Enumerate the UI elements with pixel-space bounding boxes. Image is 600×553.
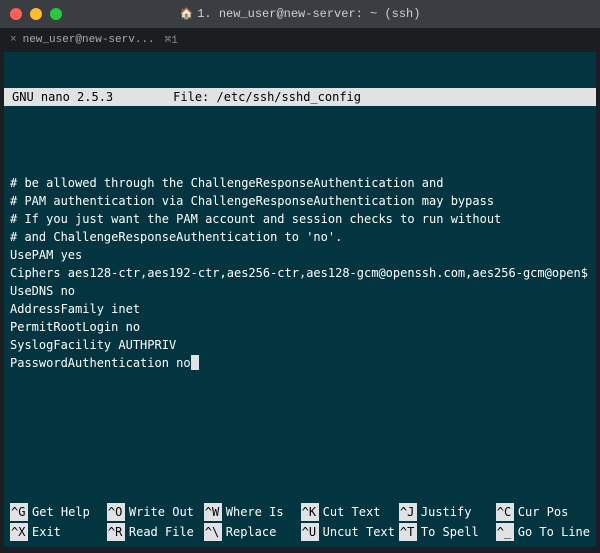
file-line: PasswordAuthentication no bbox=[10, 354, 590, 372]
nano-shortcut: ^KCut Text bbox=[301, 503, 395, 521]
shortcut-label: Get Help bbox=[32, 503, 90, 521]
nano-header: GNU nano 2.5.3 File: /etc/ssh/sshd_confi… bbox=[4, 88, 596, 106]
titlebar: 🏠 1. new_user@new-server: ~ (ssh) bbox=[0, 0, 600, 28]
tab-label: new_user@new-serv... bbox=[23, 34, 155, 46]
shortcut-key: ^C bbox=[496, 503, 514, 521]
window-title-text: 1. new_user@new-server: ~ (ssh) bbox=[197, 7, 420, 21]
shortcut-key: ^\ bbox=[204, 523, 222, 541]
shortcut-key: ^J bbox=[399, 503, 417, 521]
shortcut-key: ^K bbox=[301, 503, 319, 521]
text-cursor bbox=[191, 355, 199, 370]
file-line: # PAM authentication via ChallengeRespon… bbox=[10, 192, 590, 210]
shortcut-label: Replace bbox=[226, 523, 277, 541]
terminal-tab[interactable]: × new_user@new-serv... ⌘1 bbox=[6, 31, 182, 49]
shortcut-key: ^X bbox=[10, 523, 28, 541]
file-content: # be allowed through the ChallengeRespon… bbox=[10, 160, 590, 372]
nano-shortcut: ^JJustify bbox=[399, 503, 492, 521]
shortcut-label: Cur Pos bbox=[518, 503, 569, 521]
traffic-lights bbox=[10, 8, 62, 20]
shortcut-label: Uncut Text bbox=[323, 523, 395, 541]
shortcut-label: Go To Line bbox=[518, 523, 590, 541]
close-window-button[interactable] bbox=[10, 8, 22, 20]
nano-version: GNU nano 2.5.3 bbox=[8, 88, 113, 106]
shortcut-label: Where Is bbox=[226, 503, 284, 521]
nano-shortcut: ^\Replace bbox=[204, 523, 297, 541]
file-line: # be allowed through the ChallengeRespon… bbox=[10, 174, 590, 192]
file-line: UseDNS no bbox=[10, 282, 590, 300]
shortcut-label: Cut Text bbox=[323, 503, 381, 521]
nano-file-label: File: /etc/ssh/sshd_config bbox=[173, 88, 361, 106]
nano-shortcut: ^OWrite Out bbox=[107, 503, 200, 521]
maximize-window-button[interactable] bbox=[50, 8, 62, 20]
shortcut-key: ^W bbox=[204, 503, 222, 521]
shortcut-label: Justify bbox=[421, 503, 472, 521]
nano-shortcut: ^XExit bbox=[10, 523, 103, 541]
nano-shortcut: ^TTo Spell bbox=[399, 523, 492, 541]
shortcut-key: ^O bbox=[107, 503, 125, 521]
file-line: SyslogFacility AUTHPRIV bbox=[10, 336, 590, 354]
file-line: # and ChallengeResponseAuthentication to… bbox=[10, 228, 590, 246]
nano-shortcut: ^_Go To Line bbox=[496, 523, 590, 541]
shortcut-label: Read File bbox=[129, 523, 194, 541]
shortcut-label: To Spell bbox=[421, 523, 479, 541]
window-title: 🏠 1. new_user@new-server: ~ (ssh) bbox=[180, 7, 421, 21]
close-tab-icon[interactable]: × bbox=[10, 34, 17, 46]
shortcut-label: Exit bbox=[32, 523, 61, 541]
shortcut-key: ^R bbox=[107, 523, 125, 541]
file-line: PermitRootLogin no bbox=[10, 318, 590, 336]
nano-shortcut: ^WWhere Is bbox=[204, 503, 297, 521]
shortcut-key: ^G bbox=[10, 503, 28, 521]
nano-shortcut: ^UUncut Text bbox=[301, 523, 395, 541]
terminal-viewport[interactable]: GNU nano 2.5.3 File: /etc/ssh/sshd_confi… bbox=[4, 52, 596, 547]
shortcut-key: ^U bbox=[301, 523, 319, 541]
tab-shortcut: ⌘1 bbox=[165, 33, 178, 47]
file-line: # If you just want the PAM account and s… bbox=[10, 210, 590, 228]
nano-shortcut: ^CCur Pos bbox=[496, 503, 590, 521]
shortcut-key: ^T bbox=[399, 523, 417, 541]
nano-shortcut: ^GGet Help bbox=[10, 503, 103, 521]
home-icon: 🏠 bbox=[180, 7, 194, 21]
file-line: Ciphers aes128-ctr,aes192-ctr,aes256-ctr… bbox=[10, 264, 590, 282]
nano-shortcut: ^RRead File bbox=[107, 523, 200, 541]
nano-shortcuts: ^GGet Help^OWrite Out^WWhere Is^KCut Tex… bbox=[10, 503, 590, 541]
minimize-window-button[interactable] bbox=[30, 8, 42, 20]
shortcut-label: Write Out bbox=[129, 503, 194, 521]
file-line: UsePAM yes bbox=[10, 246, 590, 264]
shortcut-key: ^_ bbox=[496, 523, 514, 541]
file-line: AddressFamily inet bbox=[10, 300, 590, 318]
tab-bar: × new_user@new-serv... ⌘1 bbox=[0, 28, 600, 52]
